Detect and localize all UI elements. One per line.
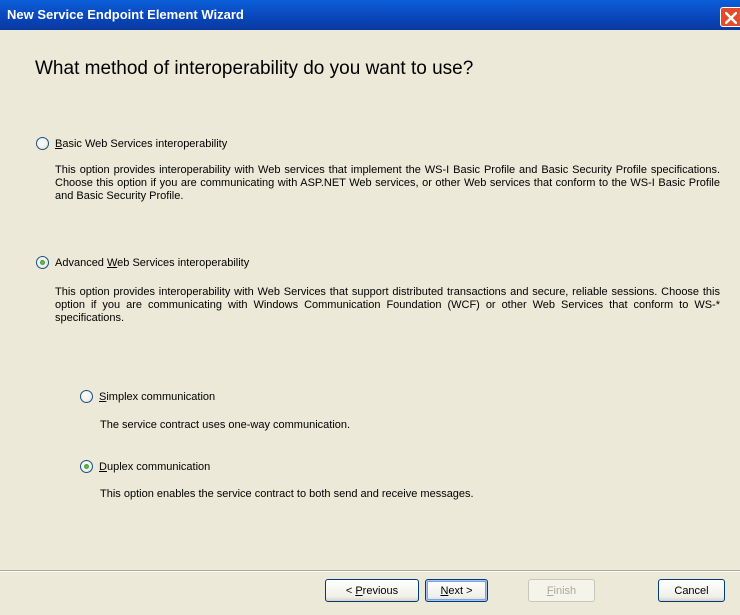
basic-interop-label: Basic Web Services interoperability: [55, 137, 228, 150]
previous-button[interactable]: < Previous: [325, 579, 419, 602]
advanced-interop-label: Advanced Web Services interoperability: [55, 256, 250, 269]
cancel-button[interactable]: Cancel: [658, 579, 725, 602]
basic-interop-description: This option provides interoperability wi…: [55, 164, 720, 202]
close-button[interactable]: [720, 7, 740, 27]
duplex-description: This option enables the service contract…: [100, 488, 474, 500]
basic-interop-radio[interactable]: [36, 137, 49, 150]
advanced-interop-option[interactable]: Advanced Web Services interoperability: [36, 256, 249, 269]
finish-button[interactable]: Finish: [528, 579, 595, 602]
simplex-radio[interactable]: [80, 390, 93, 403]
next-button[interactable]: Next >: [425, 579, 488, 602]
simplex-description: The service contract uses one-way commun…: [100, 419, 351, 431]
duplex-radio[interactable]: [80, 460, 93, 473]
simplex-label: Simplex communication: [99, 390, 216, 403]
basic-interop-option[interactable]: Basic Web Services interoperability: [36, 137, 227, 150]
page-heading: What method of interoperability do you w…: [35, 58, 474, 79]
duplex-option[interactable]: Duplex communication: [80, 460, 210, 473]
button-divider: [0, 570, 740, 572]
simplex-option[interactable]: Simplex communication: [80, 390, 215, 403]
close-icon: [725, 12, 737, 24]
advanced-interop-description: This option provides interoperability wi…: [55, 286, 720, 324]
wizard-window: New Service Endpoint Element Wizard What…: [0, 0, 740, 615]
advanced-interop-radio[interactable]: [36, 256, 49, 269]
duplex-label: Duplex communication: [99, 460, 211, 473]
window-title: New Service Endpoint Element Wizard: [7, 7, 244, 22]
title-bar[interactable]: New Service Endpoint Element Wizard: [0, 0, 740, 30]
